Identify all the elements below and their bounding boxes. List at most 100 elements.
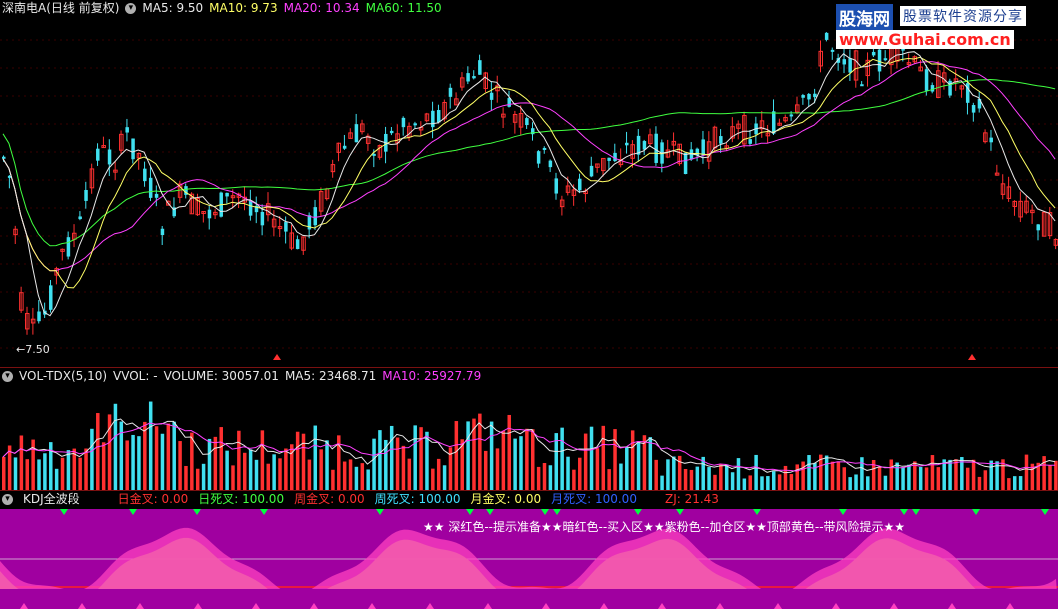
price-chart-header: 深南电A(日线 前复权) ▾ MA5: 9.50 MA10: 9.73 MA20… (0, 0, 442, 17)
volume-bar (125, 440, 129, 490)
candle-body (37, 311, 41, 322)
volume-bar (695, 466, 700, 490)
volume-bar (213, 436, 218, 490)
volume-bar (983, 470, 988, 490)
volume-bar (783, 465, 788, 490)
volume-bar (360, 463, 365, 490)
price-chart-canvas (0, 32, 1058, 360)
candle-body (642, 141, 647, 150)
volume-bar (625, 446, 629, 490)
candle-body (789, 114, 794, 117)
candle-body (96, 148, 100, 161)
candle-body (225, 192, 229, 197)
volume-bar (407, 458, 412, 490)
chevron-down-icon[interactable]: ▾ (2, 371, 13, 382)
volume-value: VOLUME: 30057.01 (163, 369, 279, 383)
price-chart-pane[interactable]: 深南电A(日线 前复权) ▾ MA5: 9.50 MA10: 9.73 MA20… (0, 0, 1058, 366)
volume-bar (971, 459, 976, 490)
volume-bar (648, 437, 653, 490)
candle-body (160, 228, 165, 236)
candle-body (578, 178, 582, 191)
volume-bar (495, 448, 500, 490)
volume-bar (724, 464, 729, 490)
chevron-down-icon[interactable]: ▾ (125, 3, 137, 14)
volume-bar (1012, 476, 1017, 490)
ma5-value: MA5: 9.50 (142, 1, 204, 15)
volume-bar (166, 423, 171, 490)
kdj-chart-pane[interactable]: ▾ KDJ全波段 日金叉: 0.00 日死叉: 100.00 周金叉: 0.00… (0, 490, 1058, 609)
ma10-value: MA10: 9.73 (209, 1, 278, 15)
candle-body (719, 136, 723, 144)
candle-body (313, 207, 318, 226)
candle-body (248, 200, 253, 216)
candle-body (2, 156, 6, 159)
monthly-death-cross: 月死叉: 100.00 (551, 492, 637, 506)
volume-bar (319, 449, 323, 490)
zj-value: ZJ: 21.43 (664, 492, 719, 506)
volume-bar (877, 466, 882, 490)
volume-bar (378, 430, 382, 490)
volume-bar (231, 465, 235, 490)
volume-bar (542, 463, 547, 490)
volume-bar (90, 428, 94, 490)
volume-bar (354, 466, 359, 490)
volume-bar (2, 456, 6, 490)
low-price-label: ←7.50 (16, 343, 50, 356)
volume-bar (907, 464, 911, 490)
volume-bar (1042, 456, 1046, 490)
vol-ma5-value: MA5: 23468.71 (284, 369, 377, 383)
volume-bar (807, 455, 811, 490)
volume-bar (936, 467, 941, 490)
candle-body (613, 152, 617, 162)
candle-body (589, 165, 594, 177)
candle-body (154, 193, 159, 198)
volume-bar (307, 459, 312, 490)
volume-bar (560, 427, 564, 490)
ma20-line (2, 61, 1056, 272)
volume-bar (801, 461, 805, 490)
volume-bar (578, 457, 582, 490)
volume-bar (454, 421, 459, 490)
volume-bar (795, 464, 799, 490)
kdj-indicator-title: KDJ全波段 (23, 492, 80, 506)
volume-bar (860, 457, 864, 490)
volume-bar (566, 456, 570, 490)
candle-body (207, 209, 212, 219)
volume-bar (848, 477, 852, 490)
volume-bar (583, 433, 588, 490)
volume-bar (483, 450, 488, 490)
kdj-chart-canvas (0, 509, 1058, 609)
volume-bar (272, 454, 276, 490)
volume-bar (683, 469, 688, 490)
volume-bar (160, 433, 165, 490)
volume-bar (507, 414, 511, 490)
chevron-down-icon[interactable]: ▾ (2, 494, 13, 505)
candle-body (372, 153, 376, 156)
candle-body (824, 32, 829, 40)
volume-bar (572, 469, 576, 490)
candle-body (542, 147, 547, 150)
volume-bar (219, 427, 223, 490)
volume-bar (54, 468, 59, 490)
brand-logo: 股海网 (836, 4, 893, 31)
volume-bar (301, 433, 306, 490)
volume-bar (395, 437, 400, 490)
volume-bar (466, 421, 470, 490)
volume-bar (589, 426, 594, 490)
candle-body (607, 157, 611, 161)
ma10-line (2, 56, 1056, 289)
candle-body (131, 138, 135, 160)
candle-body (683, 152, 688, 175)
candle-body (989, 137, 993, 143)
candle-body (771, 111, 776, 134)
kdj-header: ▾ KDJ全波段 日金叉: 0.00 日死叉: 100.00 周金叉: 0.00… (0, 491, 719, 508)
ma20-value: MA20: 10.34 (283, 1, 360, 15)
candle-body (548, 160, 553, 168)
candle-body (413, 123, 417, 126)
volume-bar (372, 438, 376, 490)
volume-chart-pane[interactable]: ▾ VOL-TDX(5,10) VVOL: - VOLUME: 30057.01… (0, 367, 1058, 490)
volume-bar (760, 476, 764, 490)
volume-bar (172, 421, 176, 490)
volume-bar (654, 459, 658, 490)
volume-bar (143, 421, 147, 490)
